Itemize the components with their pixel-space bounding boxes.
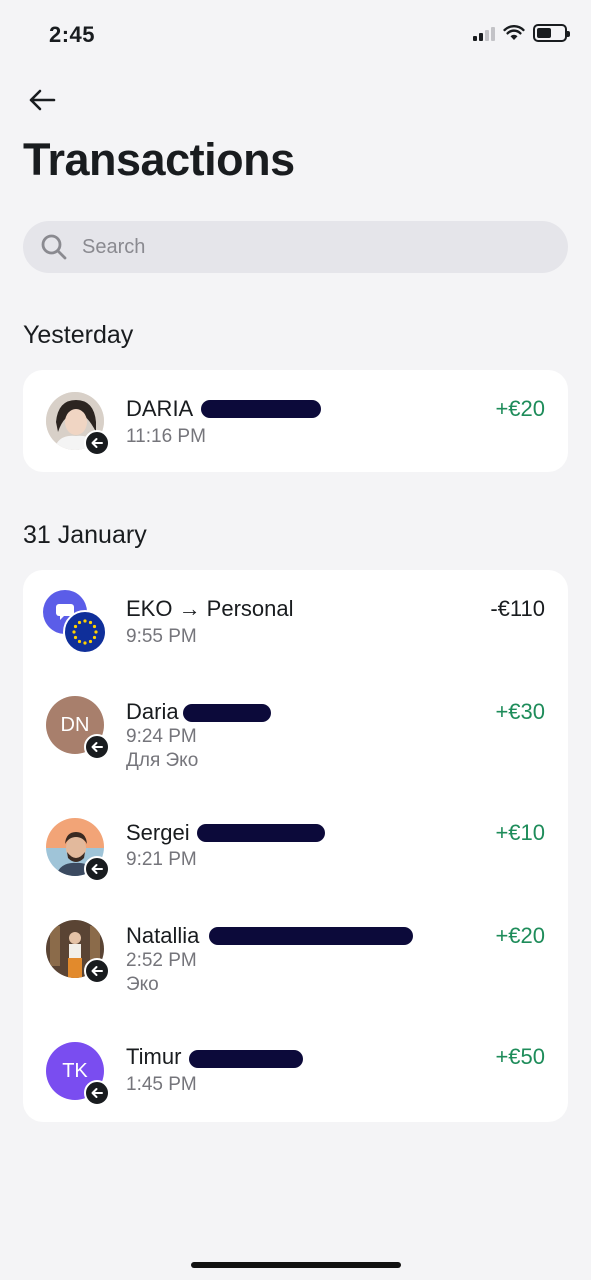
transaction-time: 11:16 PM <box>126 426 206 447</box>
arrow-left-icon <box>91 438 103 448</box>
section-label-yesterday: Yesterday <box>23 321 134 349</box>
avatar: TK <box>46 1042 110 1106</box>
cellular-signal-icon <box>473 25 495 41</box>
account-transfer-avatar <box>43 590 107 654</box>
redaction-mark <box>209 927 413 945</box>
arrow-left-icon <box>91 742 103 752</box>
transaction-name: DARIA <box>126 396 194 421</box>
transaction-amount: +€20 <box>495 923 545 948</box>
incoming-badge <box>84 430 110 456</box>
incoming-badge <box>84 856 110 882</box>
transaction-name: Sergei <box>126 820 190 845</box>
arrow-left-icon <box>91 864 103 874</box>
transaction-note: Эко <box>126 974 159 995</box>
transaction-row[interactable]: DARIA 11:16 PM +€20 <box>23 370 568 472</box>
transaction-time: 9:21 PM <box>126 849 197 870</box>
transaction-note: Для Эко <box>126 750 199 771</box>
transaction-name: Daria <box>126 699 179 724</box>
avatar: DN <box>46 696 110 760</box>
section-label-31-january: 31 January <box>23 521 147 549</box>
transaction-amount: +€20 <box>495 396 545 421</box>
transaction-amount: +€50 <box>495 1044 545 1069</box>
arrow-left-icon <box>91 966 103 976</box>
redaction-mark <box>201 400 321 418</box>
transaction-time: 2:52 PM <box>126 950 197 971</box>
transaction-amount: +€10 <box>495 820 545 845</box>
redaction-mark <box>189 1050 303 1068</box>
eu-flag-icon <box>63 610 107 654</box>
incoming-badge <box>84 1080 110 1106</box>
incoming-badge <box>84 958 110 984</box>
transaction-row[interactable]: EKO → Personal 9:55 PM -€110 <box>23 570 568 674</box>
transactions-card-31-january: EKO → Personal 9:55 PM -€110 DN Daria 9:… <box>23 570 568 1122</box>
transaction-time: 9:55 PM <box>126 626 197 647</box>
transaction-row[interactable]: Natallia 2:52 PM Эко +€20 <box>23 892 568 1010</box>
transaction-time: 1:45 PM <box>126 1074 197 1095</box>
transaction-name: Natallia <box>126 923 200 948</box>
status-bar: 2:45 <box>0 0 591 70</box>
arrow-left-icon <box>91 1088 103 1098</box>
transaction-row[interactable]: DN Daria 9:24 PM Для Эко +€30 <box>23 674 568 788</box>
transaction-row[interactable]: Sergei 9:21 PM +€10 <box>23 788 568 892</box>
status-icons <box>473 24 570 42</box>
transaction-time: 9:24 PM <box>126 726 197 747</box>
redaction-mark <box>183 704 271 722</box>
search-input[interactable] <box>82 235 522 259</box>
avatar <box>46 920 110 984</box>
transactions-card-yesterday: DARIA 11:16 PM +€20 <box>23 370 568 472</box>
home-indicator[interactable] <box>191 1262 401 1268</box>
avatar <box>46 818 110 882</box>
transaction-amount: -€110 <box>490 596 545 621</box>
transaction-name: Timur <box>126 1044 182 1069</box>
transaction-row[interactable]: TK Timur 1:45 PM +€50 <box>23 1010 568 1122</box>
status-time: 2:45 <box>49 22 96 47</box>
page-title: Transactions <box>23 134 295 185</box>
wifi-icon <box>503 25 525 40</box>
search-bar[interactable] <box>23 221 568 273</box>
transaction-amount: +€30 <box>495 699 545 724</box>
search-icon <box>41 234 67 260</box>
avatar <box>46 392 110 456</box>
arrow-left-icon <box>29 89 56 111</box>
transaction-name: EKO → Personal <box>126 596 294 621</box>
redaction-mark <box>197 824 325 842</box>
back-button[interactable] <box>24 84 60 116</box>
incoming-badge <box>84 734 110 760</box>
battery-icon <box>533 24 570 42</box>
